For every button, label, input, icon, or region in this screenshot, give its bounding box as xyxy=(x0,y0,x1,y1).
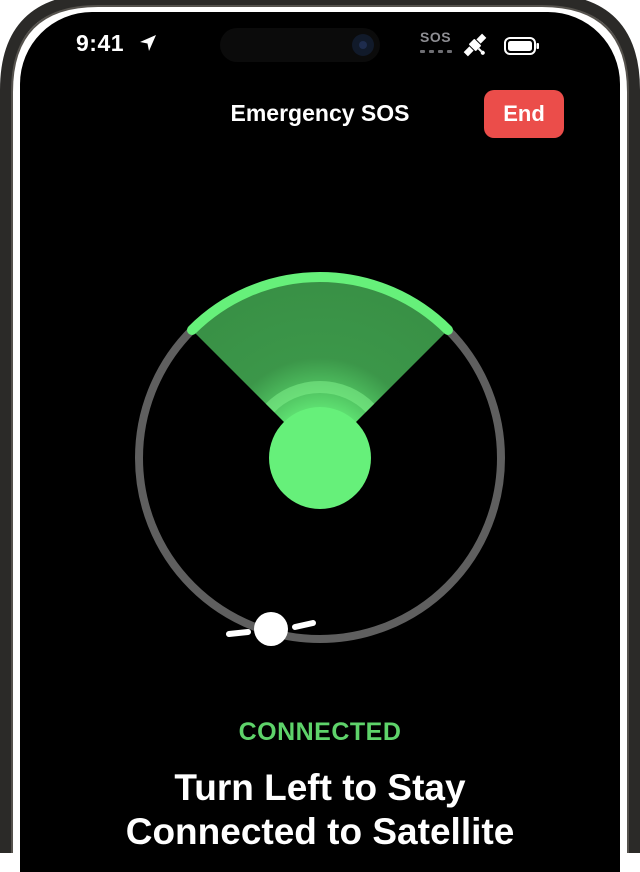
satellite-left-panel xyxy=(226,629,251,637)
satellite-position-marker xyxy=(254,612,288,646)
connection-status: CONNECTED xyxy=(238,718,402,746)
instruction-line-2: Connected to Satellite xyxy=(125,811,515,852)
phone-position-dot xyxy=(269,407,371,509)
instruction-line-1: Turn Left to Stay xyxy=(174,767,466,808)
alignment-instruction: Turn Left to Stay Connected to Satellite xyxy=(0,766,640,854)
satellite-right-panel xyxy=(292,620,316,630)
